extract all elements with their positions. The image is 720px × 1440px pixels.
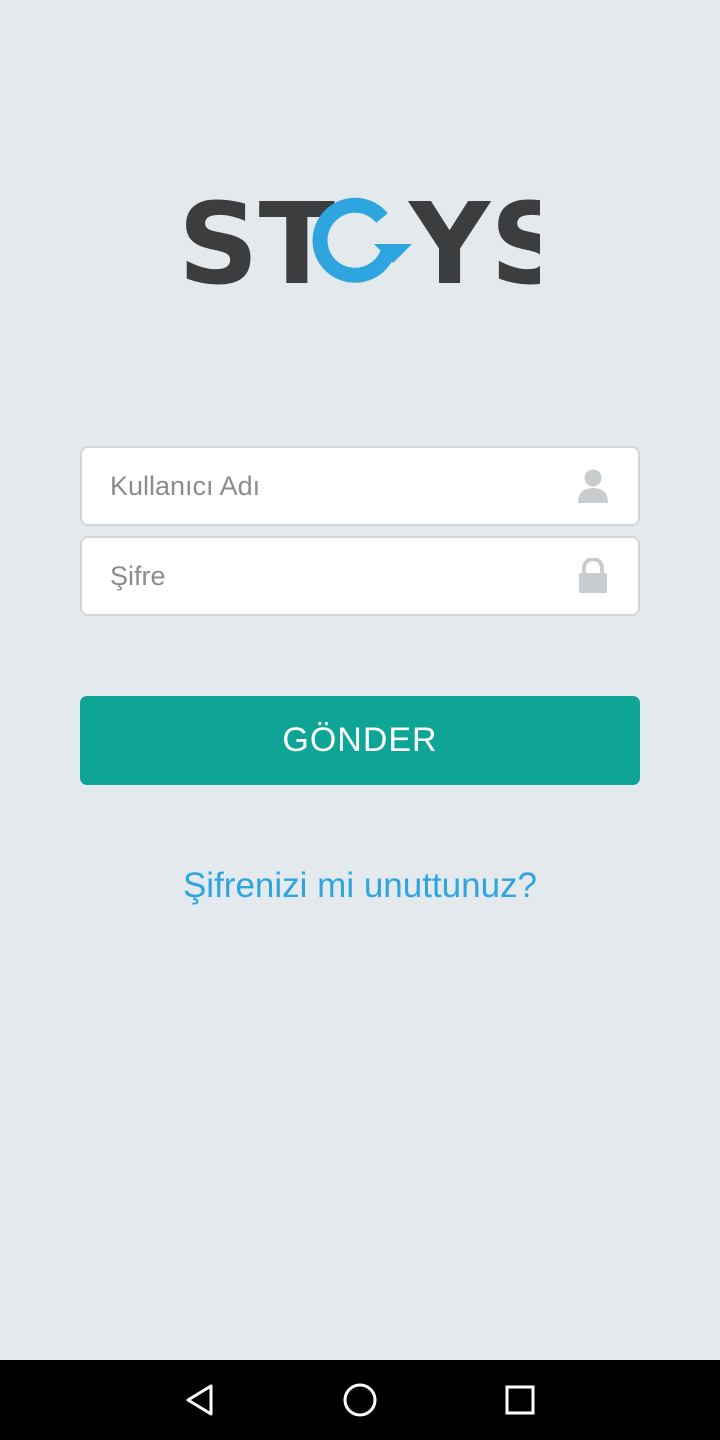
password-input[interactable] bbox=[82, 538, 638, 614]
home-button[interactable] bbox=[320, 1360, 400, 1440]
recent-apps-button[interactable] bbox=[480, 1360, 560, 1440]
username-input[interactable] bbox=[82, 448, 638, 524]
svg-text:YS: YS bbox=[407, 196, 540, 288]
system-navigation-bar bbox=[0, 1360, 720, 1440]
login-screen: ST YS GÖNDER Şifrenizi mi unuttunuz? bbox=[0, 0, 720, 1440]
submit-button[interactable]: GÖNDER bbox=[80, 696, 640, 785]
lock-icon bbox=[576, 557, 610, 594]
recent-square-icon bbox=[505, 1385, 535, 1415]
back-button[interactable] bbox=[160, 1360, 240, 1440]
back-triangle-icon bbox=[186, 1384, 213, 1416]
forgot-password-link[interactable]: Şifrenizi mi unuttunuz? bbox=[0, 866, 720, 906]
svg-text:ST: ST bbox=[180, 196, 335, 288]
password-field[interactable] bbox=[80, 536, 640, 616]
app-logo: ST YS bbox=[180, 196, 540, 288]
username-field[interactable] bbox=[80, 446, 640, 526]
home-circle-icon bbox=[343, 1383, 377, 1417]
stoys-logo-icon: ST YS bbox=[180, 196, 540, 288]
user-icon bbox=[576, 468, 610, 504]
